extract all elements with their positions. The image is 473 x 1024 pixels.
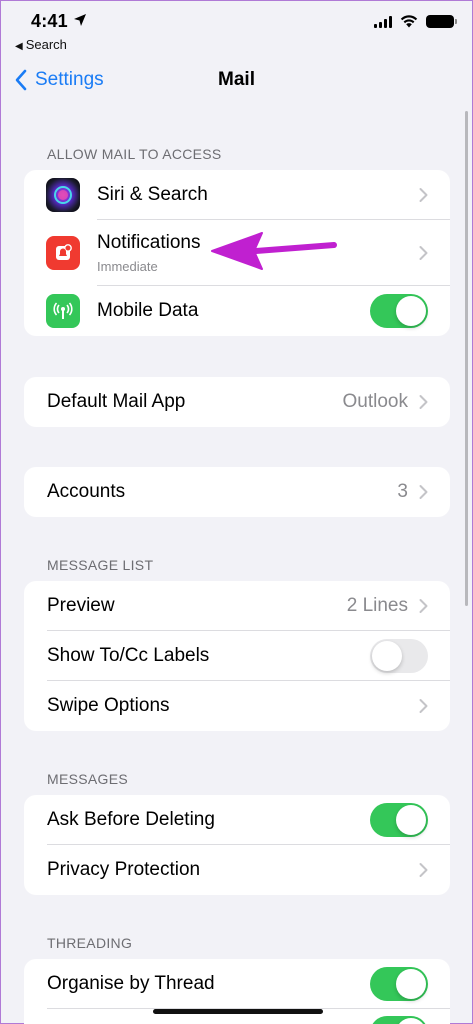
- accounts-label: Accounts: [47, 481, 126, 502]
- preview-label: Preview: [47, 595, 115, 616]
- accounts-count: 3: [397, 481, 408, 502]
- ask-before-deleting-row: Ask Before Deleting: [24, 795, 450, 845]
- siri-search-row[interactable]: Siri & Search: [24, 170, 450, 220]
- mobile-data-row: Mobile Data: [24, 286, 450, 336]
- chevron-right-icon: [419, 699, 428, 713]
- show-tocc-label: Show To/Cc Labels: [47, 645, 210, 666]
- organise-by-thread-row: Organise by Thread: [24, 959, 450, 1009]
- siri-search-label: Siri & Search: [97, 184, 208, 205]
- chevron-right-icon: [419, 246, 428, 260]
- preview-value: 2 Lines: [346, 595, 408, 616]
- organise-by-thread-toggle[interactable]: [370, 967, 428, 1001]
- chevron-right-icon: [419, 188, 428, 202]
- siri-icon: [46, 178, 80, 212]
- status-time: 4:41: [31, 11, 68, 31]
- cellular-signal-icon: [374, 15, 392, 28]
- chevron-right-icon: [419, 395, 428, 409]
- location-arrow-icon: [74, 14, 86, 26]
- section-header-message-list: MESSAGE LIST: [47, 557, 154, 573]
- back-app-label: Search: [25, 37, 67, 52]
- swipe-options-label: Swipe Options: [47, 695, 170, 716]
- messages-group: Ask Before Deleting Privacy Protection: [24, 795, 450, 895]
- accounts-row[interactable]: Accounts 3: [24, 467, 450, 517]
- show-tocc-row: Show To/Cc Labels: [24, 631, 450, 681]
- accounts-group: Accounts 3: [24, 467, 450, 517]
- annotation-arrow-icon: [211, 232, 337, 270]
- organise-by-thread-label: Organise by Thread: [47, 973, 215, 994]
- next-threading-toggle[interactable]: [370, 1016, 428, 1024]
- ask-before-deleting-label: Ask Before Deleting: [47, 809, 215, 830]
- section-header-threading: THREADING: [47, 935, 133, 951]
- default-mail-app-row[interactable]: Default Mail App Outlook: [24, 377, 450, 427]
- ask-before-deleting-toggle[interactable]: [370, 803, 428, 837]
- section-header-messages: MESSAGES: [47, 771, 128, 787]
- show-tocc-toggle[interactable]: [370, 639, 428, 673]
- swipe-options-row[interactable]: Swipe Options: [24, 681, 450, 731]
- battery-icon: [426, 15, 457, 28]
- status-icons: [374, 15, 457, 28]
- section-header-allow-access: ALLOW MAIL TO ACCESS: [47, 146, 222, 162]
- page-title: Mail: [218, 69, 255, 90]
- preview-row[interactable]: Preview 2 Lines: [24, 581, 450, 631]
- notifications-bell-icon: [46, 236, 80, 270]
- default-mail-app-label: Default Mail App: [47, 391, 186, 412]
- mobile-data-toggle[interactable]: [370, 294, 428, 328]
- mobile-data-label: Mobile Data: [97, 300, 199, 321]
- chevron-right-icon: [419, 863, 428, 877]
- back-triangle-icon: ◀: [15, 41, 23, 52]
- navigation-bar: Settings Mail: [1, 63, 472, 99]
- threading-group: Organise by Thread: [24, 959, 450, 1024]
- home-indicator[interactable]: [153, 1009, 323, 1014]
- chevron-right-icon: [419, 485, 428, 499]
- default-mail-app-group: Default Mail App Outlook: [24, 377, 450, 427]
- scrollbar[interactable]: [465, 111, 468, 606]
- notifications-sublabel: Immediate: [97, 259, 158, 274]
- chevron-right-icon: [419, 599, 428, 613]
- message-list-group: Preview 2 Lines Show To/Cc Labels Swipe …: [24, 581, 450, 731]
- privacy-protection-label: Privacy Protection: [47, 859, 201, 880]
- notifications-label: Notifications: [97, 232, 201, 253]
- privacy-protection-row[interactable]: Privacy Protection: [24, 845, 450, 895]
- default-mail-app-value: Outlook: [342, 391, 408, 412]
- antenna-icon: [46, 294, 80, 328]
- status-bar: 4:41 ◀ Search: [1, 1, 472, 59]
- wifi-icon: [400, 15, 418, 28]
- back-to-app-link[interactable]: ◀ Search: [15, 37, 67, 52]
